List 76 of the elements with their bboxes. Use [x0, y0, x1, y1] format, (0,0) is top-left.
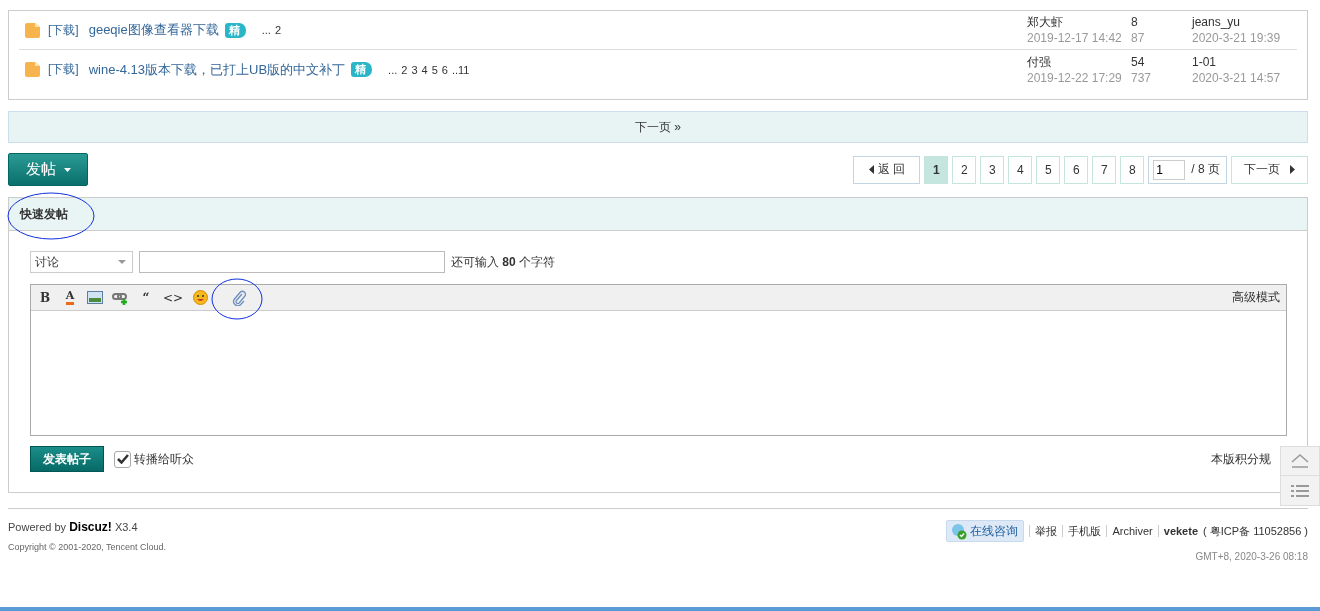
thread-tag-link[interactable]: [下载]: [48, 21, 79, 39]
reply-count: 54: [1131, 53, 1146, 70]
smiley-icon[interactable]: [192, 290, 208, 305]
view-count: 737: [1131, 69, 1153, 86]
last-post-time: 2020-3-21 19:39: [1192, 30, 1282, 46]
digest-badge: 精: [351, 62, 373, 77]
next-page-bar[interactable]: 下一页 »: [8, 111, 1308, 143]
author-name: 郑大虾: [1027, 14, 1064, 30]
page-number[interactable]: 3: [980, 155, 1005, 184]
page-number[interactable]: 6: [1064, 155, 1089, 184]
advanced-mode-link[interactable]: 高级模式: [1232, 289, 1280, 306]
page-number[interactable]: 2: [952, 155, 977, 184]
page-input[interactable]: 1: [1153, 159, 1186, 180]
right-triangle-icon: [1290, 165, 1295, 174]
copyright-text: Copyright © 2001-2020, Tencent Cloud.: [8, 542, 167, 552]
quote-icon[interactable]: “: [142, 290, 150, 305]
folder-icon: [25, 62, 42, 77]
page-number[interactable]: 5: [1036, 155, 1061, 184]
new-post-button[interactable]: 发帖: [8, 153, 88, 186]
icp-link[interactable]: ( 粤ICP备 11052856 ): [1203, 523, 1308, 539]
footer-link[interactable]: 举报: [1035, 523, 1058, 539]
checkbox[interactable]: [114, 450, 131, 468]
link-add-icon[interactable]: [112, 290, 129, 305]
panel-title: 快速发帖: [20, 205, 68, 223]
left-triangle-icon: [868, 165, 874, 174]
rules-link[interactable]: 本版积分规: [1211, 450, 1271, 468]
back-button[interactable]: 返 回: [853, 155, 921, 184]
page-link[interactable]: 4: [421, 63, 428, 76]
page-link[interactable]: 6: [441, 63, 448, 76]
page-link[interactable]: 2: [274, 24, 281, 36]
digest-badge: 精: [224, 22, 246, 38]
submit-button[interactable]: 发表帖子: [30, 446, 104, 472]
view-count: 87: [1131, 30, 1146, 46]
post-date: 2019-12-22 17:29: [1027, 69, 1123, 86]
server-time: GMT+8, 2020-3-26 08:18: [1195, 551, 1308, 562]
page-link[interactable]: ..11: [451, 63, 470, 76]
footer-link[interactable]: 手机版: [1068, 523, 1102, 539]
checkmark-icon: [116, 454, 129, 464]
category-select[interactable]: 讨论: [30, 251, 133, 273]
checkbox-label: 转播给听众: [134, 450, 194, 468]
site-name: vekete: [1163, 525, 1199, 537]
last-poster: jeans_yu: [1192, 14, 1242, 30]
character-counter: 还可输入 80 个字符: [451, 253, 556, 271]
bold-icon[interactable]: B: [39, 290, 51, 305]
page-link[interactable]: 3: [411, 63, 418, 76]
thread-title-link[interactable]: geeqie图像查看器下载: [88, 21, 219, 39]
last-poster: 1-01: [1192, 53, 1218, 70]
up-arrow-icon: [1291, 454, 1309, 468]
list-icon: [1291, 483, 1309, 498]
dropdown-arrow-icon: [118, 260, 126, 264]
page-number[interactable]: 7: [1092, 155, 1117, 184]
chat-check-icon: [950, 522, 968, 540]
total-pages: / 8 页: [1191, 161, 1220, 178]
post-date: 2019-12-17 14:42: [1027, 30, 1123, 46]
code-icon[interactable]: <>: [163, 290, 184, 305]
page-link[interactable]: 5: [431, 63, 438, 76]
folder-icon: [25, 22, 42, 38]
subject-input[interactable]: [139, 251, 445, 273]
paperclip-icon[interactable]: [232, 289, 247, 306]
powered-by-text: Powered by Discuz! X3.4: [8, 520, 139, 534]
author-name: 付强: [1027, 53, 1052, 70]
last-post-time: 2020-3-21 14:57: [1192, 69, 1282, 86]
page-number[interactable]: 4: [1008, 155, 1033, 184]
online-consult-button[interactable]: 在线咨询: [946, 520, 1025, 542]
thread-tag-link[interactable]: [下载]: [48, 61, 79, 78]
caret-icon: [63, 167, 71, 172]
footer-link[interactable]: Archiver: [1112, 525, 1153, 537]
thread-title-link[interactable]: wine-4.13版本下载，已打上UB版的中文补丁: [88, 60, 346, 79]
reply-count: 8: [1131, 14, 1139, 30]
page-number[interactable]: 8: [1120, 155, 1145, 184]
page-link[interactable]: ...: [261, 24, 271, 36]
image-icon[interactable]: [87, 291, 103, 304]
page-link[interactable]: ...: [388, 63, 398, 76]
next-page-button[interactable]: 下一页: [1231, 155, 1308, 184]
page-number[interactable]: 1: [924, 155, 949, 184]
page-link[interactable]: 2: [401, 63, 408, 76]
